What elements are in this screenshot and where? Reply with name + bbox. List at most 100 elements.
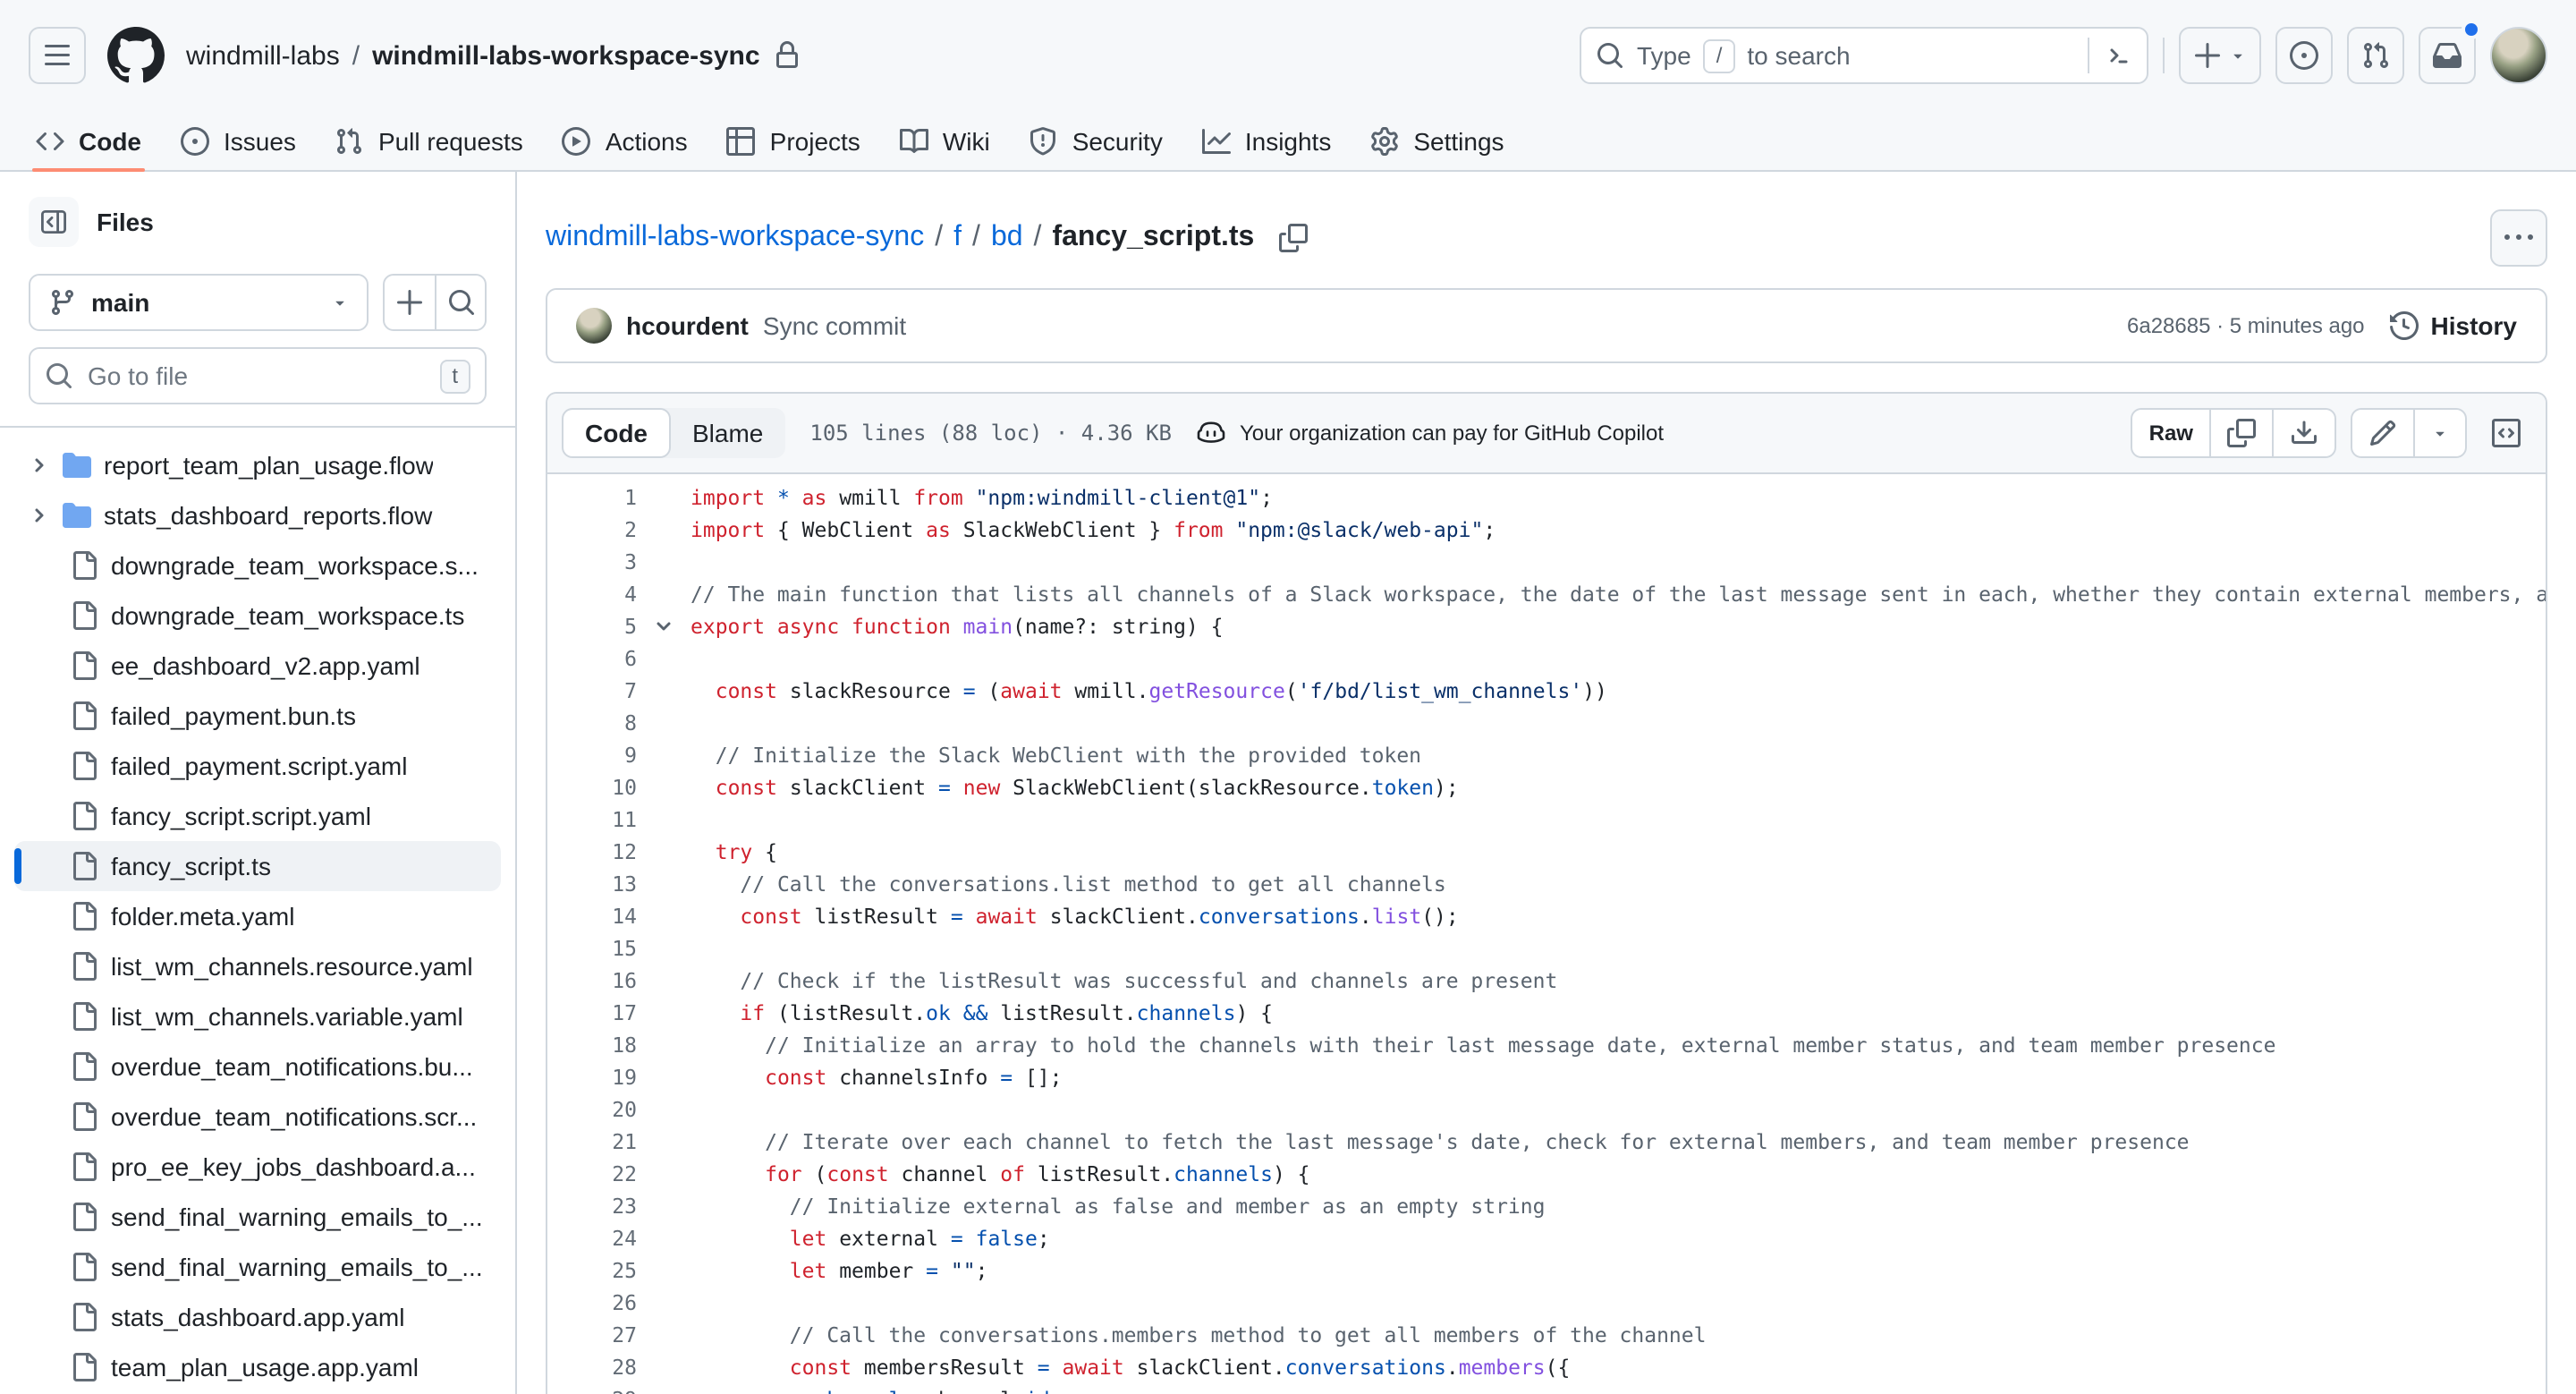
breadcrumb-dir-bd[interactable]: bd <box>991 222 1023 254</box>
line-number[interactable]: 16 <box>547 965 644 997</box>
repo-link[interactable]: windmill-labs-workspace-sync <box>372 40 759 71</box>
line-number[interactable]: 21 <box>547 1126 644 1158</box>
tab-settings[interactable]: Settings <box>1356 111 1518 170</box>
line-number[interactable]: 2 <box>547 514 644 546</box>
tree-item-stats_dashboard_reports.flow[interactable]: stats_dashboard_reports.flow <box>14 490 501 540</box>
line-number[interactable]: 18 <box>547 1029 644 1061</box>
tree-item-send_final_warning_emails_to_...[interactable]: send_final_warning_emails_to_... <box>14 1242 501 1292</box>
line-number[interactable]: 29 <box>547 1383 644 1394</box>
tree-item-fancy_script.ts[interactable]: fancy_script.ts <box>14 841 501 891</box>
tree-item-overdue_team_notifications.scr...[interactable]: overdue_team_notifications.scr... <box>14 1092 501 1142</box>
line-number[interactable]: 12 <box>547 836 644 868</box>
line-number[interactable]: 23 <box>547 1190 644 1222</box>
tab-blame-view[interactable]: Blame <box>671 408 784 458</box>
breadcrumb-dir-f[interactable]: f <box>953 222 962 254</box>
edit-file-button[interactable] <box>2352 410 2413 456</box>
line-number[interactable]: 28 <box>547 1351 644 1383</box>
github-logo[interactable] <box>107 27 165 84</box>
tree-item-list_wm_channels.resource.yaml[interactable]: list_wm_channels.resource.yaml <box>14 941 501 991</box>
copy-file-button[interactable] <box>2209 410 2272 456</box>
line-number[interactable]: 15 <box>547 932 644 965</box>
line-number[interactable]: 13 <box>547 868 644 900</box>
commit-author-avatar[interactable] <box>576 308 612 344</box>
tab-code[interactable]: Code <box>21 111 156 172</box>
code-view[interactable]: 1 import * as wmill from "npm:windmill-cl… <box>547 474 2546 1394</box>
collapse-sidebar-button[interactable] <box>29 197 79 247</box>
tree-item-pro_ee_key_jobs_dashboard.a...[interactable]: pro_ee_key_jobs_dashboard.a... <box>14 1142 501 1192</box>
line-number[interactable]: 27 <box>547 1319 644 1351</box>
pull-requests-dashboard-button[interactable] <box>2347 27 2404 84</box>
commit-message[interactable]: Sync commit <box>763 311 906 340</box>
copilot-banner[interactable]: Your organization can pay for GitHub Cop… <box>1197 419 1664 447</box>
tree-item-team_plan_usage.app.yaml[interactable]: team_plan_usage.app.yaml <box>14 1342 501 1392</box>
tree-item-stats_dashboard.app.yaml[interactable]: stats_dashboard.app.yaml <box>14 1292 501 1342</box>
breadcrumb-repo-link[interactable]: windmill-labs-workspace-sync <box>546 222 924 254</box>
code-text: if (listResult.ok && listResult.channels… <box>740 1000 1273 1025</box>
line-number[interactable]: 17 <box>547 997 644 1029</box>
line-number[interactable]: 5 <box>547 610 644 642</box>
tree-item-label: team_plan_usage.app.yaml <box>111 1353 419 1381</box>
line-number[interactable]: 10 <box>547 771 644 803</box>
fold-toggle[interactable] <box>644 610 683 642</box>
tab-security[interactable]: Security <box>1015 111 1177 170</box>
create-new-button[interactable] <box>2179 27 2261 84</box>
line-number[interactable]: 6 <box>547 642 644 675</box>
tab-code-view[interactable]: Code <box>562 408 671 458</box>
history-button[interactable]: History <box>2389 311 2517 340</box>
tab-projects[interactable]: Projects <box>713 111 875 170</box>
edit-dropdown-button[interactable] <box>2413 410 2465 456</box>
commit-sha-time[interactable]: 6a28685 · 5 minutes ago <box>2127 313 2365 338</box>
tab-pull-requests[interactable]: Pull requests <box>321 111 538 170</box>
symbols-panel-button[interactable] <box>2481 408 2531 458</box>
tree-item-overdue_team_notifications.bu...[interactable]: overdue_team_notifications.bu... <box>14 1041 501 1092</box>
line-number[interactable]: 7 <box>547 675 644 707</box>
tree-item-label: list_wm_channels.variable.yaml <box>111 1002 463 1031</box>
copy-path-button[interactable] <box>1279 224 1309 252</box>
search-input[interactable]: Type / to search <box>1580 27 2148 84</box>
line-number[interactable]: 24 <box>547 1222 644 1254</box>
tab-wiki[interactable]: Wiki <box>886 111 1004 170</box>
user-avatar[interactable] <box>2490 27 2547 84</box>
line-number[interactable]: 4 <box>547 578 644 610</box>
tree-item-ee_dashboard_v2.app.yaml[interactable]: ee_dashboard_v2.app.yaml <box>14 641 501 691</box>
line-number[interactable]: 1 <box>547 481 644 514</box>
line-number[interactable]: 11 <box>547 803 644 836</box>
go-to-file-input[interactable]: Go to file t <box>29 347 487 404</box>
commit-author[interactable]: hcourdent <box>626 311 749 340</box>
tree-item-list_wm_channels.variable.yaml[interactable]: list_wm_channels.variable.yaml <box>14 991 501 1041</box>
line-number[interactable]: 9 <box>547 739 644 771</box>
issues-dashboard-button[interactable] <box>2275 27 2333 84</box>
tab-issues[interactable]: Issues <box>166 111 310 170</box>
download-button[interactable] <box>2272 410 2334 456</box>
line-number[interactable]: 20 <box>547 1093 644 1126</box>
tree-item-failed_payment.script.yaml[interactable]: failed_payment.script.yaml <box>14 741 501 791</box>
line-number[interactable]: 14 <box>547 900 644 932</box>
tree-item-send_final_warning_emails_to_...[interactable]: send_final_warning_emails_to_... <box>14 1192 501 1242</box>
line-number[interactable]: 25 <box>547 1254 644 1287</box>
org-link[interactable]: windmill-labs <box>186 40 340 71</box>
tab-actions[interactable]: Actions <box>548 111 702 170</box>
tree-item-failed_payment.bun.ts[interactable]: failed_payment.bun.ts <box>14 691 501 741</box>
line-number[interactable]: 3 <box>547 546 644 578</box>
tree-item-report_team_plan_usage.flow[interactable]: report_team_plan_usage.flow <box>14 440 501 490</box>
new-file-button[interactable] <box>385 276 435 329</box>
hamburger-menu-button[interactable] <box>29 27 86 84</box>
tab-insights[interactable]: Insights <box>1188 111 1346 170</box>
tree-item-downgrade_team_workspace.s...[interactable]: downgrade_team_workspace.s... <box>14 540 501 591</box>
command-palette-button[interactable] <box>2088 38 2132 73</box>
raw-button[interactable]: Raw <box>2133 410 2209 456</box>
tree-item-downgrade_team_workspace.ts[interactable]: downgrade_team_workspace.ts <box>14 591 501 641</box>
tree-item-folder.meta.yaml[interactable]: folder.meta.yaml <box>14 891 501 941</box>
line-number[interactable]: 19 <box>547 1061 644 1093</box>
search-tree-button[interactable] <box>435 276 485 329</box>
code-line-5: 5 export async function main(name?: strin… <box>547 610 2546 642</box>
header-breadcrumb: windmill-labs / windmill-labs-workspace-… <box>186 40 801 71</box>
code-line-3: 3 <box>547 546 2546 578</box>
fold-gutter <box>644 546 683 578</box>
tree-item-fancy_script.script.yaml[interactable]: fancy_script.script.yaml <box>14 791 501 841</box>
line-number[interactable]: 26 <box>547 1287 644 1319</box>
line-number[interactable]: 22 <box>547 1158 644 1190</box>
branch-selector[interactable]: main <box>29 274 369 331</box>
file-options-button[interactable] <box>2490 209 2547 267</box>
line-number[interactable]: 8 <box>547 707 644 739</box>
